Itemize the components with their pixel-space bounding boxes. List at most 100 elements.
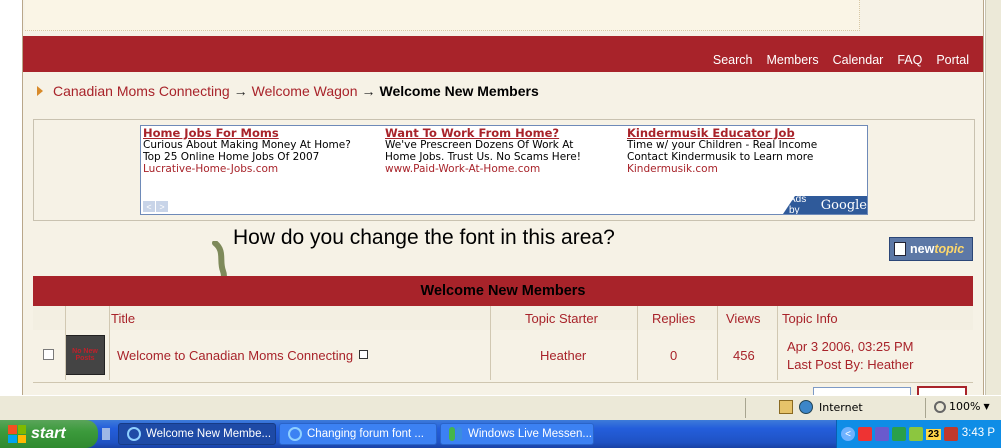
- nav-faq-link[interactable]: FAQ: [897, 53, 922, 67]
- tray-expand-chevron-icon[interactable]: <: [841, 427, 855, 441]
- breadcrumb-link-welcome-wagon[interactable]: Welcome Wagon: [252, 83, 358, 99]
- zoom-control[interactable]: 100% ▼: [934, 400, 990, 413]
- column-topic-starter[interactable]: Topic Starter: [525, 311, 598, 326]
- taskbar-item-ie-welcome[interactable]: Welcome New Membe...: [118, 423, 276, 445]
- tray-app-icon[interactable]: [944, 427, 959, 441]
- security-zone[interactable]: Internet: [779, 400, 863, 414]
- ad-text: Top 25 Online Home Jobs Of 2007: [143, 151, 320, 163]
- column-divider: [109, 306, 110, 380]
- new-topic-label-a: new: [910, 242, 935, 256]
- header-strip: [23, 0, 983, 36]
- topic-replies: 0: [670, 348, 678, 363]
- column-divider: [717, 306, 718, 380]
- breadcrumb-current: Welcome New Members: [379, 83, 539, 99]
- breadcrumb-link-home[interactable]: Canadian Moms Connecting: [53, 83, 230, 99]
- ie-icon: [127, 427, 141, 441]
- zoom-chevron-down-icon: ▼: [983, 402, 990, 411]
- ad-section: Home Jobs For Moms Curious About Making …: [33, 119, 975, 221]
- topic-info-date: Apr 3 2006, 03:25 PM: [787, 339, 914, 354]
- breadcrumb-separator: →: [361, 83, 376, 99]
- taskbar-item-label: Changing forum font ...: [307, 428, 424, 440]
- ad-text: Curious About Making Money At Home?: [143, 139, 351, 151]
- ad-url[interactable]: Lucrative-Home-Jobs.com: [143, 163, 379, 175]
- tray-badge[interactable]: 23: [926, 428, 942, 440]
- header-panel: [25, 0, 860, 31]
- taskbar-item-label: Welcome New Membe...: [146, 428, 272, 440]
- taskbar-item-messenger[interactable]: Windows Live Messen...: [440, 423, 594, 445]
- start-button[interactable]: start: [0, 420, 98, 448]
- ad-text: Contact Kindermusik to Learn more: [627, 151, 814, 163]
- nav-search-link[interactable]: Search: [713, 53, 753, 67]
- ad-text: Time w/ your Children - Real Income: [627, 139, 818, 151]
- annotation-question: How do you change the font in this area?: [233, 226, 615, 249]
- no-new-posts-icon: No New Posts: [65, 335, 105, 375]
- column-topic-info[interactable]: Topic Info: [782, 311, 838, 326]
- forum-title: Welcome New Members: [33, 276, 973, 306]
- topic-title-link[interactable]: Welcome to Canadian Moms Connecting: [117, 348, 353, 363]
- google-ad-box: Home Jobs For Moms Curious About Making …: [140, 125, 868, 215]
- column-divider: [777, 306, 778, 380]
- tray-app-icon[interactable]: [909, 427, 923, 441]
- ad-prev-icon[interactable]: <: [143, 201, 155, 212]
- nav-members-link[interactable]: Members: [767, 53, 819, 67]
- taskbar-clock[interactable]: 3:43 P: [962, 427, 995, 439]
- topic-select-checkbox[interactable]: [43, 349, 54, 360]
- moderation-strip: [33, 382, 973, 395]
- messenger-icon: [449, 427, 463, 441]
- new-topic-label-b: topic: [934, 242, 965, 256]
- topic-views: 456: [733, 348, 755, 363]
- moderation-select[interactable]: [813, 387, 911, 395]
- system-tray: < 23 3:43 P: [836, 420, 1001, 448]
- ad-pager: < >: [143, 201, 168, 212]
- topic-preview-icon[interactable]: [359, 350, 368, 359]
- nav-bar: Search Members Calendar FAQ Portal: [23, 36, 983, 72]
- column-title[interactable]: Title: [111, 311, 135, 326]
- ads-by-google-link[interactable]: Ads by Google: [783, 196, 867, 214]
- ad-next-icon[interactable]: >: [156, 201, 168, 212]
- google-logo: Google: [820, 197, 867, 213]
- breadcrumb-arrow-icon: [37, 86, 43, 96]
- nav-calendar-link[interactable]: Calendar: [833, 53, 884, 67]
- tray-app-icon[interactable]: [875, 427, 889, 441]
- tray-messenger-icon[interactable]: [892, 427, 906, 441]
- table-row: No New Posts Welcome to Canadian Moms Co…: [33, 330, 973, 380]
- ad-url[interactable]: Kindermusik.com: [627, 163, 863, 175]
- nav-portal-link[interactable]: Portal: [936, 53, 969, 67]
- ad-unit-2[interactable]: Want To Work From Home? We've Prescreen …: [385, 127, 621, 175]
- ad-title[interactable]: Want To Work From Home?: [385, 127, 621, 139]
- ads-by-label: Ads by: [789, 194, 807, 216]
- tray-app-icon[interactable]: [858, 427, 872, 441]
- moderation-go-button[interactable]: [917, 386, 967, 395]
- new-topic-button[interactable]: newtopic: [889, 237, 973, 261]
- status-divider: [745, 398, 746, 418]
- taskbar-item-label: Windows Live Messen...: [468, 428, 592, 440]
- internet-zone-icon: [799, 400, 813, 414]
- new-topic-icon: [894, 242, 906, 256]
- ie-icon: [288, 427, 302, 441]
- taskbar-item-ie-changing-font[interactable]: Changing forum font ...: [279, 423, 437, 445]
- ad-unit-1[interactable]: Home Jobs For Moms Curious About Making …: [143, 127, 379, 175]
- breadcrumb-separator: →: [233, 83, 248, 99]
- browser-status-bar: Internet 100% ▼: [0, 395, 1001, 420]
- nav-links: Search Members Calendar FAQ Portal: [713, 53, 969, 67]
- start-label: start: [31, 425, 66, 442]
- ad-url[interactable]: www.Paid-Work-At-Home.com: [385, 163, 621, 175]
- topic-starter[interactable]: Heather: [540, 348, 586, 363]
- zoom-level: 100%: [949, 400, 981, 413]
- ad-unit-3[interactable]: Kindermusik Educator Job Time w/ your Ch…: [627, 127, 863, 175]
- status-divider: [925, 398, 926, 418]
- column-header-row: Title Topic Starter Replies Views Topic …: [33, 306, 973, 331]
- windows-logo-icon: [8, 425, 26, 443]
- column-views[interactable]: Views: [726, 311, 760, 326]
- forum-page: Search Members Calendar FAQ Portal Canad…: [22, 0, 984, 395]
- ad-title[interactable]: Kindermusik Educator Job: [627, 127, 863, 139]
- topic-last-post[interactable]: Last Post By: Heather: [787, 357, 913, 372]
- ad-text: Home Jobs. Trust Us. No Scams Here!: [385, 151, 581, 163]
- vertical-scrollbar[interactable]: [985, 0, 1001, 395]
- protected-mode-icon: [779, 400, 793, 414]
- ad-title[interactable]: Home Jobs For Moms: [143, 127, 379, 139]
- column-replies[interactable]: Replies: [652, 311, 695, 326]
- zone-label: Internet: [819, 400, 863, 414]
- quick-launch-grip[interactable]: [102, 428, 110, 440]
- windows-taskbar: start Welcome New Membe... Changing foru…: [0, 420, 1001, 448]
